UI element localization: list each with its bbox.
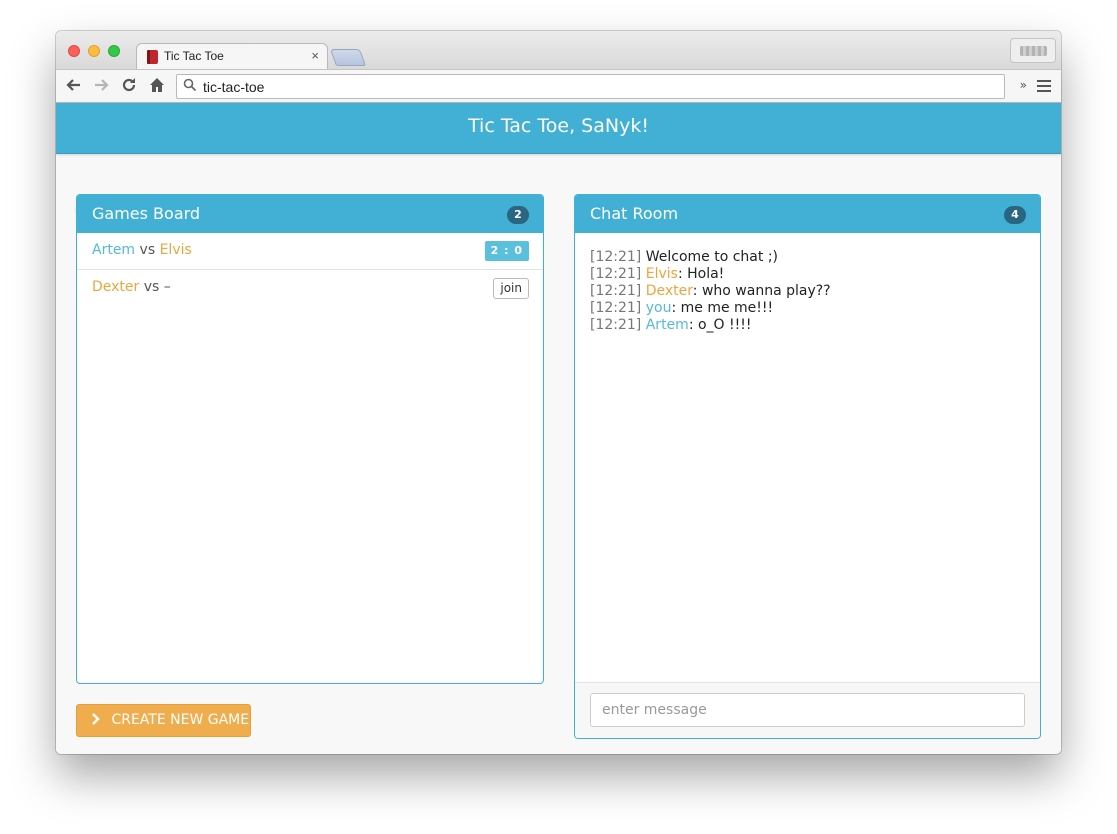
extensions-overflow-icon[interactable]: » bbox=[1020, 78, 1027, 92]
forward-arrow-icon[interactable] bbox=[91, 76, 111, 96]
close-window-button[interactable] bbox=[68, 45, 80, 57]
game-row[interactable]: Dexter vs – join bbox=[77, 270, 543, 307]
join-game-button[interactable]: join bbox=[493, 278, 529, 299]
game-player-two: Elvis bbox=[159, 242, 192, 258]
chat-input-area bbox=[575, 682, 1040, 738]
game-row[interactable]: Artem vs Elvis 2 : 0 bbox=[77, 233, 543, 270]
chat-room-panel: Chat Room 4 [12:21] Welcome to chat ;) [… bbox=[574, 194, 1041, 739]
games-board-header: Games Board 2 bbox=[77, 195, 543, 233]
chevron-right-icon bbox=[92, 713, 100, 725]
chat-message-text: Welcome to chat ;) bbox=[645, 249, 778, 265]
browser-window: Tic Tac Toe × tic-tac-toe » Tic Tac Toe,… bbox=[56, 31, 1061, 754]
chat-message-text: : me me me!!! bbox=[671, 300, 774, 316]
chat-message-user: you bbox=[645, 300, 672, 316]
create-new-game-button[interactable]: CREATE NEW GAME bbox=[76, 704, 251, 737]
url-text: tic-tac-toe bbox=[203, 79, 265, 95]
chat-message-time: [12:21] bbox=[590, 283, 642, 299]
chat-message: [12:21] Elvis: Hola! bbox=[590, 266, 831, 283]
reload-icon[interactable] bbox=[119, 76, 139, 96]
chat-message: [12:21] Dexter: who wanna play?? bbox=[590, 283, 831, 300]
chat-message-time: [12:21] bbox=[590, 266, 642, 282]
page-content: Tic Tac Toe, SaNyk! Games Board 2 Artem … bbox=[56, 103, 1061, 754]
chat-message-text: : o_O !!!! bbox=[688, 317, 752, 333]
new-tab-button[interactable] bbox=[329, 49, 367, 66]
back-arrow-icon[interactable] bbox=[64, 76, 84, 96]
tab-strip: Tic Tac Toe × bbox=[56, 31, 1061, 70]
chat-message-user: Artem bbox=[645, 317, 689, 333]
browser-toolbar: tic-tac-toe » bbox=[56, 69, 1061, 103]
minimize-window-button[interactable] bbox=[88, 45, 100, 57]
games-board-title: Games Board bbox=[92, 204, 201, 223]
page-title: Tic Tac Toe, SaNyk! bbox=[468, 115, 649, 137]
chat-log: [12:21] Welcome to chat ;) [12:21] Elvis… bbox=[590, 249, 831, 334]
chat-message: [12:21] Artem: o_O !!!! bbox=[590, 317, 831, 334]
chat-message-input[interactable] bbox=[590, 693, 1025, 727]
search-icon bbox=[183, 78, 197, 96]
chat-message-time: [12:21] bbox=[590, 317, 642, 333]
book-favicon-icon bbox=[147, 50, 158, 64]
game-vs-label: vs bbox=[139, 242, 156, 258]
app-header: Tic Tac Toe, SaNyk! bbox=[56, 103, 1061, 154]
chat-message-time: [12:21] bbox=[590, 249, 642, 265]
browser-tab[interactable]: Tic Tac Toe × bbox=[136, 43, 328, 70]
game-player-one: Artem bbox=[92, 242, 136, 258]
zoom-window-button[interactable] bbox=[108, 45, 120, 57]
hamburger-menu-icon[interactable] bbox=[1037, 80, 1051, 92]
chat-users-count-badge: 4 bbox=[1004, 206, 1026, 224]
chat-room-title: Chat Room bbox=[590, 204, 679, 223]
chat-message-time: [12:21] bbox=[590, 300, 642, 316]
address-bar[interactable]: tic-tac-toe bbox=[176, 74, 1005, 99]
create-new-game-label: CREATE NEW GAME bbox=[111, 712, 250, 728]
games-board-panel: Games Board 2 Artem vs Elvis 2 : 0 Dexte… bbox=[76, 194, 544, 684]
games-count-badge: 2 bbox=[507, 206, 529, 224]
chat-message-text: : who wanna play?? bbox=[692, 283, 831, 299]
game-score-badge: 2 : 0 bbox=[484, 241, 529, 261]
tab-close-icon[interactable]: × bbox=[311, 48, 319, 63]
chat-message: [12:21] you: me me me!!! bbox=[590, 300, 831, 317]
chat-room-header: Chat Room 4 bbox=[575, 195, 1040, 233]
game-vs-label: vs bbox=[143, 279, 160, 295]
profile-button[interactable] bbox=[1010, 38, 1056, 63]
profile-name-blurred bbox=[1020, 46, 1047, 56]
chat-message-user: Dexter bbox=[645, 283, 693, 299]
tab-title: Tic Tac Toe bbox=[164, 49, 224, 63]
chat-message-text: : Hola! bbox=[677, 266, 725, 282]
home-icon[interactable] bbox=[147, 76, 167, 96]
chat-message: [12:21] Welcome to chat ;) bbox=[590, 249, 831, 266]
game-player-one: Dexter bbox=[92, 279, 140, 295]
game-player-two: – bbox=[163, 279, 171, 295]
chat-message-user: Elvis bbox=[645, 266, 678, 282]
